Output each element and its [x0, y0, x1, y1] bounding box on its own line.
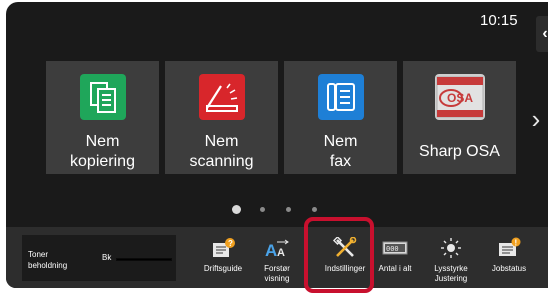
tile-label: Sharp OSA	[419, 143, 500, 160]
tile-label: Nem scanning	[189, 133, 254, 170]
page-dot-active[interactable]	[232, 205, 241, 214]
tile-easy-scan[interactable]: Nem scanning	[165, 61, 278, 174]
page-dot[interactable]	[260, 207, 265, 212]
taskbar-total-count[interactable]: 000 Antal i alt	[369, 235, 421, 285]
toner-status[interactable]: Toner beholdning Bk	[22, 235, 176, 281]
page-dot[interactable]	[312, 207, 317, 212]
copy-icon	[79, 74, 126, 120]
taskbar-enlarge-display[interactable]: A A Forstør visning	[251, 235, 303, 285]
job-status-icon: !	[496, 237, 522, 259]
taskbar-label: Lysstyrke Justering	[434, 264, 468, 283]
tile-easy-fax[interactable]: Nem fax	[284, 61, 397, 174]
svg-text:!: !	[515, 239, 518, 248]
scan-icon	[198, 74, 245, 120]
chevron-left-icon[interactable]: ‹	[536, 16, 548, 52]
page-indicator	[6, 204, 548, 216]
tile-label: Nem fax	[323, 133, 358, 170]
enlarge-display-icon: A A	[264, 237, 290, 260]
taskbar-brightness[interactable]: Lysstyrke Justering	[425, 235, 477, 285]
touch-panel-screen: 10:15 ‹ Nem kopiering Nem scanning Nem f…	[6, 2, 548, 288]
page-dot[interactable]	[286, 207, 291, 212]
taskbar-label: Forstør visning	[264, 264, 290, 283]
sharp-osa-icon: OSA	[434, 74, 485, 120]
toner-label: Toner beholdning	[28, 250, 68, 270]
tile-easy-copy[interactable]: Nem kopiering	[46, 61, 159, 174]
taskbar-job-status[interactable]: ! Jobstatus	[483, 235, 535, 285]
taskbar-label: Driftsguide	[203, 264, 243, 273]
brightness-icon	[438, 237, 464, 259]
taskbar-label: Jobstatus	[491, 264, 527, 273]
clock: 10:15	[480, 12, 518, 29]
settings-highlight-frame	[304, 217, 374, 293]
svg-text:A: A	[277, 247, 285, 259]
svg-text:?: ?	[228, 239, 233, 248]
tile-sharp-osa[interactable]: OSA Sharp OSA	[403, 61, 516, 174]
total-count-icon: 000	[382, 237, 408, 259]
toner-color-label: Bk	[102, 253, 112, 262]
svg-text:OSA: OSA	[447, 91, 473, 105]
operation-guide-icon: ?	[210, 237, 236, 259]
taskbar-operation-guide[interactable]: ? Driftsguide	[197, 235, 249, 285]
taskbar: Toner beholdning Bk ? Driftsguide A A Fo…	[6, 227, 548, 288]
svg-text:000: 000	[386, 245, 399, 253]
svg-text:A: A	[265, 241, 277, 259]
toner-level-bar	[116, 258, 172, 261]
tile-label: Nem kopiering	[70, 133, 135, 170]
taskbar-label: Antal i alt	[378, 264, 412, 273]
fax-icon	[317, 74, 364, 120]
chevron-right-icon[interactable]: ›	[528, 104, 544, 134]
